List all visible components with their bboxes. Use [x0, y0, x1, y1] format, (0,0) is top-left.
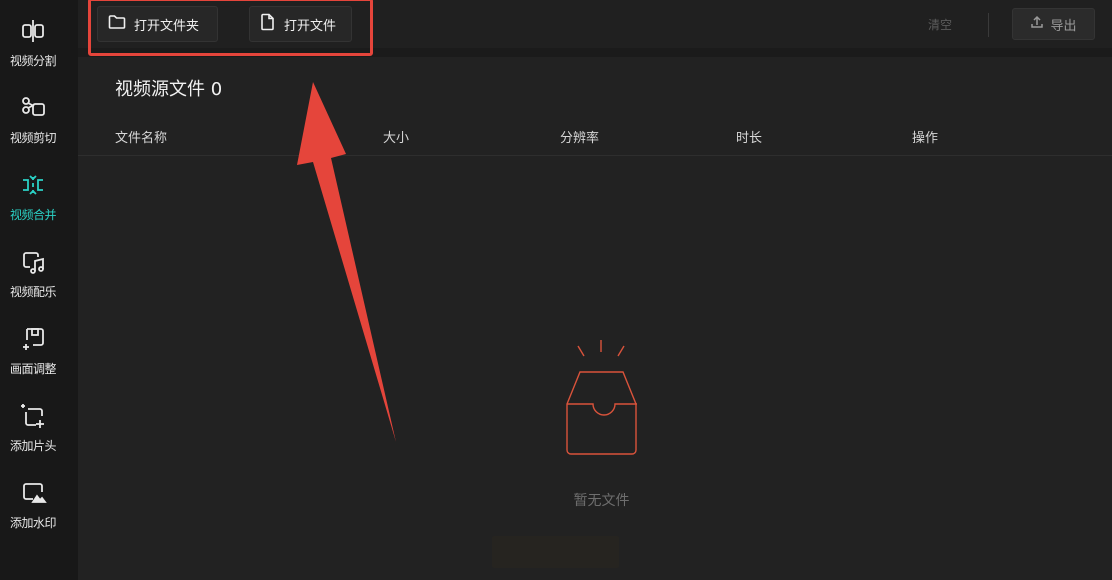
empty-inbox-icon	[556, 340, 651, 469]
video-music-icon	[18, 247, 48, 277]
upload-icon	[1030, 15, 1044, 33]
toolbar-divider	[988, 13, 989, 37]
column-header-size: 大小	[383, 131, 410, 146]
top-toolbar: 打开文件夹 打开文件	[78, 0, 1112, 48]
column-header-name: 文件名称	[115, 131, 168, 146]
add-intro-icon	[18, 401, 48, 431]
sidebar-item-video-cut[interactable]: 视频剪切	[0, 93, 66, 157]
open-file-label: 打开文件	[284, 18, 337, 34]
folder-icon	[108, 14, 126, 34]
clear-button[interactable]: 清空	[928, 16, 952, 33]
empty-state-text: 暂无文件	[573, 493, 630, 509]
sidebar-item-label: 视频分割	[9, 54, 57, 68]
video-split-icon	[18, 16, 48, 46]
sidebar: 视频分割 视频剪切 视频合并 视频配乐 画面调整 添加片头 添加水印	[0, 0, 78, 580]
video-merge-icon	[18, 170, 48, 200]
sidebar-item-label: 添加水印	[9, 516, 57, 530]
sidebar-item-label: 视频配乐	[9, 285, 57, 299]
file-icon	[260, 13, 276, 35]
column-header-actions: 操作	[912, 131, 939, 146]
sidebar-item-video-merge[interactable]: 视频合并	[0, 170, 66, 234]
main-panel: 视频源文件 0 文件名称 大小 分辨率 时长 操作 暂无文件	[78, 57, 1112, 580]
column-header-resolution: 分辨率	[560, 131, 600, 146]
sidebar-item-picture-adjust[interactable]: 画面调整	[0, 324, 66, 388]
export-label: 导出	[1050, 18, 1077, 34]
sidebar-item-label: 画面调整	[9, 362, 57, 376]
sidebar-item-label: 视频剪切	[9, 131, 57, 145]
export-button[interactable]: 导出	[1012, 8, 1095, 40]
sidebar-item-add-watermark[interactable]: 添加水印	[0, 478, 66, 542]
column-header-duration: 时长	[736, 131, 763, 146]
open-file-button[interactable]: 打开文件	[249, 6, 352, 42]
sidebar-item-video-split[interactable]: 视频分割	[0, 16, 66, 80]
empty-state-button[interactable]	[492, 536, 619, 568]
open-folder-button[interactable]: 打开文件夹	[97, 6, 218, 42]
page-title: 视频源文件 0	[115, 79, 223, 100]
table-header: 文件名称 大小 分辨率 时长 操作	[78, 119, 1112, 156]
video-cut-icon	[18, 93, 48, 123]
add-watermark-icon	[18, 478, 48, 508]
picture-adjust-icon	[18, 324, 48, 354]
sidebar-item-add-intro[interactable]: 添加片头	[0, 401, 66, 465]
sidebar-item-label: 视频合并	[9, 208, 57, 222]
open-folder-label: 打开文件夹	[134, 18, 200, 34]
sidebar-item-label: 添加片头	[9, 439, 57, 453]
sidebar-item-video-music[interactable]: 视频配乐	[0, 247, 66, 311]
